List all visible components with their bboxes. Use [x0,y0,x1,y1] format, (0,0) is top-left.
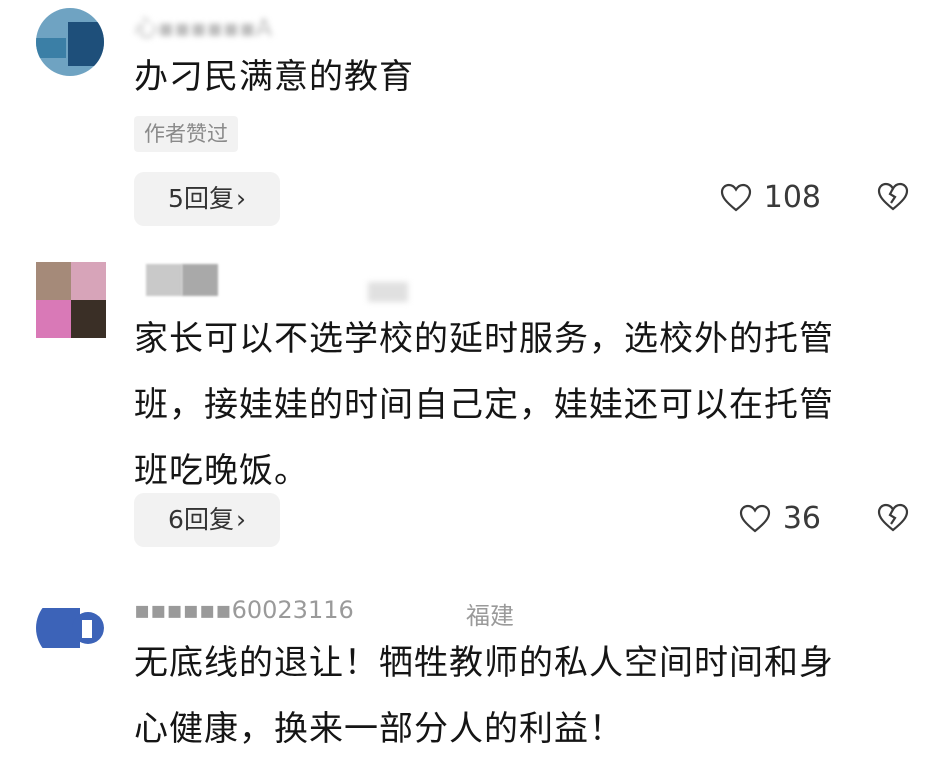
avatar[interactable] [36,8,104,76]
comment-text-line: 家长可以不选学校的延时服务，选校外的托管 [134,319,834,359]
location-label: 福建 [466,602,514,630]
reply-count: 5回复 [168,184,234,213]
comment-text-line: 班，接娃娃的时间自己定，娃娃还可以在托管 [134,385,834,425]
like-count: 108 [763,180,821,215]
avatar[interactable] [36,594,104,662]
like-button[interactable]: 108 [720,180,821,215]
dislike-button[interactable] [877,182,909,216]
like-count: 36 [782,501,821,536]
reply-count: 6回复 [168,505,234,534]
username[interactable]: 心▪▪▪▪▪▪A [134,8,272,43]
username-redacted[interactable]: ▪▪▪▪ [146,264,408,302]
heart-outline-icon [739,504,770,532]
author-liked-badge: 作者赞过 [134,116,238,152]
avatar[interactable] [36,262,106,338]
comment-text: 无底线的退让！牺牲教师的私人空间时间和身 心健康，换来一部分人的利益！ [134,630,894,762]
dislike-button[interactable] [877,503,909,537]
username[interactable]: ▪▪▪▪▪▪60023116 [134,596,354,624]
comment-text-line: 心健康，换来一部分人的利益！ [134,709,624,749]
like-button[interactable]: 36 [739,501,821,536]
view-replies-button[interactable]: 6回复› [134,493,280,547]
view-replies-button[interactable]: 5回复› [134,172,280,226]
broken-heart-icon [877,503,909,532]
comment-text: 家长可以不选学校的延时服务，选校外的托管 班，接娃娃的时间自己定，娃娃还可以在托… [134,306,894,504]
comment-text-line: 无底线的退让！牺牲教师的私人空间时间和身 [134,643,834,683]
heart-outline-icon [720,183,751,211]
chevron-right-icon: › [235,505,246,534]
comment-text: 办刁民满意的教育 [134,57,414,97]
chevron-right-icon: › [235,184,246,213]
username-text: ▪▪▪▪▪▪60023116 [134,596,354,624]
broken-heart-icon [877,182,909,211]
